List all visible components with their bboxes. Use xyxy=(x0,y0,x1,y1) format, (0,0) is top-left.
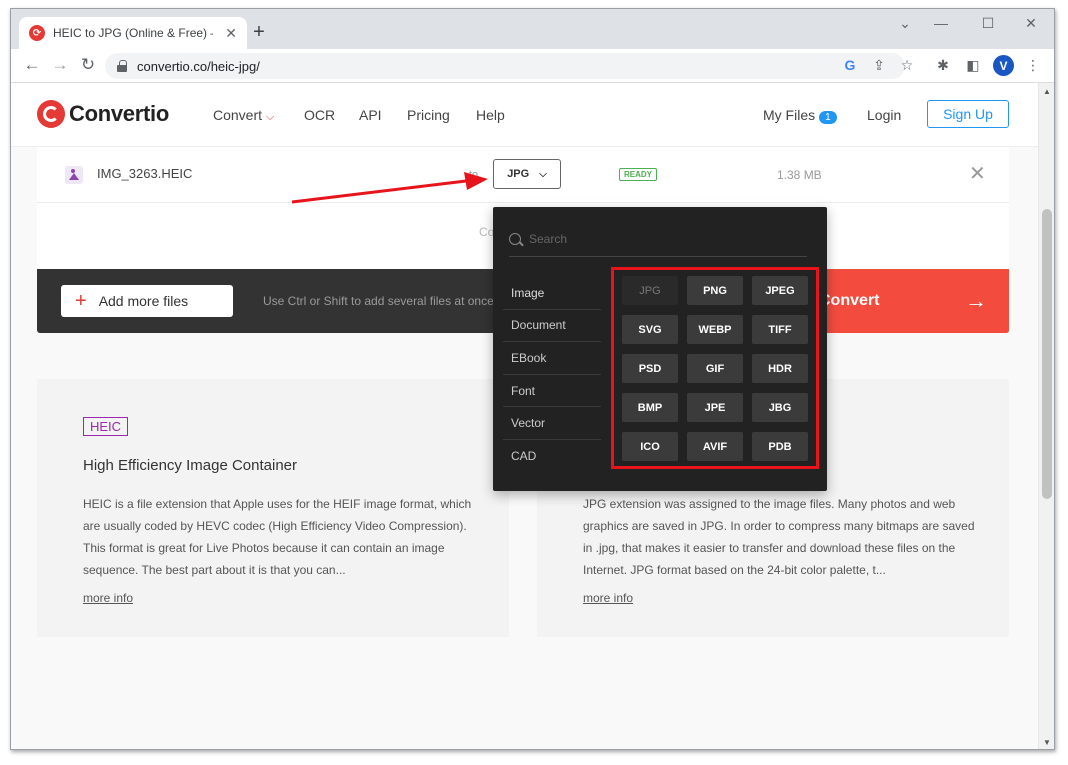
browser-window: ⟳ HEIC to JPG (Online & Free) — C ✕ + ⌄ … xyxy=(10,8,1055,750)
file-size: 1.38 MB xyxy=(777,168,822,182)
format-option-jpe[interactable]: JPE xyxy=(687,393,743,422)
my-files-count-badge: 1 xyxy=(819,111,837,124)
card-title: High Efficiency Image Container xyxy=(83,457,297,474)
my-files-label: My Files xyxy=(763,107,816,123)
close-window-icon[interactable]: ✕ xyxy=(1021,15,1041,32)
to-label: to xyxy=(469,169,479,181)
card-description: JPG extension was assigned to the image … xyxy=(583,497,975,577)
scroll-up-icon[interactable]: ▲ xyxy=(1042,87,1052,96)
format-search-input[interactable] xyxy=(529,231,789,246)
signup-button[interactable]: Sign Up xyxy=(927,100,1009,128)
format-option-svg[interactable]: SVG xyxy=(622,315,678,344)
profile-avatar[interactable]: V xyxy=(993,55,1014,76)
nav-convert-label: Convert xyxy=(213,107,263,123)
category-item-ebook[interactable]: EBook xyxy=(503,342,601,375)
category-item-font[interactable]: Font xyxy=(503,375,601,408)
browser-toolbar: ← → ↻ convertio.co/heic-jpg/ G ⇪ ☆ ✱ ◧ V… xyxy=(11,49,1054,83)
extensions-icon[interactable]: ✱ xyxy=(933,57,953,74)
category-item-image[interactable]: Image xyxy=(503,277,601,310)
nav-ocr[interactable]: OCR xyxy=(304,107,335,123)
info-card-source: HEIC High Efficiency Image Container HEI… xyxy=(37,379,509,637)
format-option-gif[interactable]: GIF xyxy=(687,354,743,383)
more-info-link[interactable]: more info xyxy=(83,591,133,605)
tab-search-icon[interactable]: ⌄ xyxy=(895,15,915,32)
format-option-png[interactable]: PNG xyxy=(687,276,743,305)
close-tab-icon[interactable]: ✕ xyxy=(225,25,237,42)
lock-icon xyxy=(117,60,127,72)
minimize-icon[interactable]: — xyxy=(931,15,951,31)
convertio-logo-icon xyxy=(37,100,65,128)
category-item-vector[interactable]: Vector xyxy=(503,407,601,440)
format-search xyxy=(509,221,807,257)
format-option-ico[interactable]: ICO xyxy=(622,432,678,461)
format-grid: JPG PNG JPEG SVG WEBP TIFF PSD GIF HDR BMP JPE JBG I… xyxy=(611,267,819,469)
format-option-jpg[interactable]: JPG xyxy=(622,276,678,305)
nav-api[interactable]: API xyxy=(359,107,382,123)
chevron-down-icon: ⌵ xyxy=(266,111,275,123)
nav-pricing[interactable]: Pricing xyxy=(407,107,450,123)
search-icon xyxy=(509,232,521,245)
google-icon[interactable]: G xyxy=(840,57,860,73)
status-badge: READY xyxy=(619,168,658,181)
multi-select-hint: Use Ctrl or Shift to add several files a… xyxy=(263,294,494,308)
scroll-down-icon[interactable]: ▼ xyxy=(1042,738,1052,747)
format-option-avif[interactable]: AVIF xyxy=(687,432,743,461)
format-option-webp[interactable]: WEBP xyxy=(687,315,743,344)
browser-tab[interactable]: ⟳ HEIC to JPG (Online & Free) — C ✕ xyxy=(19,17,247,49)
convert-button[interactable]: Convert → xyxy=(797,269,1009,333)
arrow-right-icon: → xyxy=(965,288,987,313)
tab-strip: ⟳ HEIC to JPG (Online & Free) — C ✕ + ⌄ … xyxy=(11,9,1054,49)
site-header: Convertio Convert ⌵ OCR API Pricing Help … xyxy=(11,83,1039,147)
format-dropdown: ImageDocumentEBookFontVectorCAD JPGPNGJP… xyxy=(493,207,827,491)
format-option-hdr[interactable]: HDR xyxy=(752,354,808,383)
add-more-files-button[interactable]: + Add more files xyxy=(61,285,233,317)
add-files-label: Add more files xyxy=(98,293,189,309)
menu-kebab-icon[interactable]: ⋮ xyxy=(1023,57,1043,74)
login-link[interactable]: Login xyxy=(867,107,901,123)
convert-label: Convert xyxy=(819,292,880,309)
forward-icon[interactable]: → xyxy=(49,55,71,75)
format-tag: HEIC xyxy=(83,417,129,436)
file-name: IMG_3263.HEIC xyxy=(97,166,193,181)
bookmark-star-icon[interactable]: ☆ xyxy=(897,57,917,74)
card-description: HEIC is a file extension that Apple uses… xyxy=(83,497,472,577)
target-format-select[interactable]: JPG ⌵ xyxy=(493,159,561,189)
address-bar[interactable]: convertio.co/heic-jpg/ xyxy=(105,53,905,79)
category-item-document[interactable]: Document xyxy=(503,310,601,343)
format-option-tiff[interactable]: TIFF xyxy=(752,315,808,344)
new-tab-icon[interactable]: + xyxy=(247,21,271,44)
nav-help[interactable]: Help xyxy=(476,107,505,123)
more-info-link[interactable]: more info xyxy=(583,591,633,605)
reload-icon[interactable]: ↻ xyxy=(77,55,99,75)
target-format-value: JPG xyxy=(507,168,530,180)
nav-convert[interactable]: Convert ⌵ xyxy=(213,107,274,124)
logo-text: Convertio xyxy=(69,101,169,126)
side-panel-icon[interactable]: ◧ xyxy=(963,57,983,74)
convertio-logo[interactable]: Convertio xyxy=(37,100,169,128)
my-files-link[interactable]: My Files 1 xyxy=(763,107,837,124)
url-text: convertio.co/heic-jpg/ xyxy=(137,58,260,74)
plus-icon: + xyxy=(75,290,87,312)
category-item-cad[interactable]: CAD xyxy=(503,440,601,473)
tab-title: HEIC to JPG (Online & Free) — C xyxy=(53,26,213,40)
convertio-favicon-icon: ⟳ xyxy=(29,25,45,41)
image-file-icon xyxy=(65,166,83,184)
format-option-jpeg[interactable]: JPEG xyxy=(752,276,808,305)
scroll-thumb[interactable] xyxy=(1042,209,1052,499)
remove-file-icon[interactable]: ✕ xyxy=(969,161,986,186)
format-option-jbg[interactable]: JBG xyxy=(752,393,808,422)
maximize-icon[interactable]: ☐ xyxy=(978,15,998,32)
format-option-bmp[interactable]: BMP xyxy=(622,393,678,422)
format-option-pdb[interactable]: PDB xyxy=(752,432,808,461)
page-scrollbar[interactable]: ▲ ▼ xyxy=(1038,83,1054,749)
format-option-psd[interactable]: PSD xyxy=(622,354,678,383)
page-content: Convertio Convert ⌵ OCR API Pricing Help … xyxy=(11,83,1039,749)
category-list: Image Document EBook Font Vector CAD xyxy=(503,277,601,473)
file-row: IMG_3263.HEIC to JPG ⌵ READY 1.38 MB ✕ xyxy=(37,147,1009,203)
back-icon[interactable]: ← xyxy=(21,55,43,75)
share-icon[interactable]: ⇪ xyxy=(869,57,889,74)
chevron-down-icon: ⌵ xyxy=(539,168,547,180)
